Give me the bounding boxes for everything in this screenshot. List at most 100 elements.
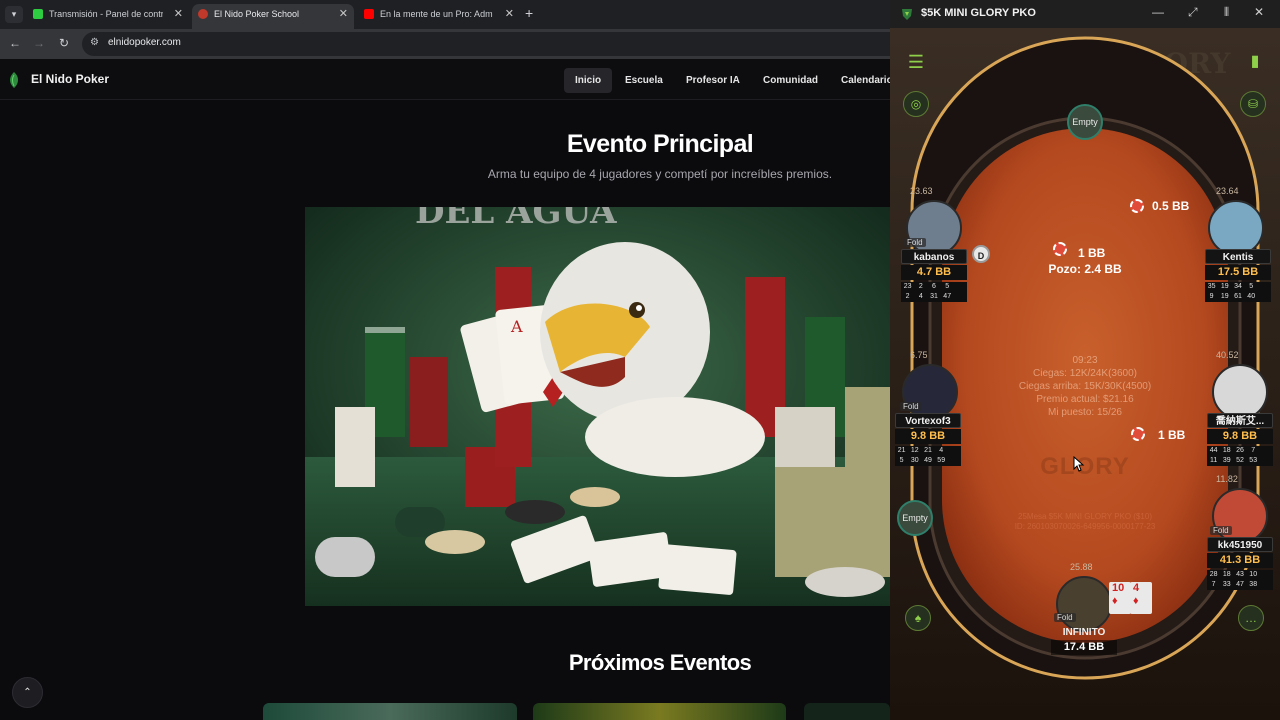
avatar[interactable] [1212,364,1268,420]
scroll-top-button[interactable]: ⌃ [12,677,43,708]
avatar[interactable] [906,200,962,256]
seat-timer: 23.63 [910,186,933,196]
svg-text:DEL AGUA: DEL AGUA [415,207,617,232]
empty-seat-top[interactable]: Empty [1067,104,1103,140]
tab-transmision[interactable]: Transmisión - Panel de control ✕ [27,4,189,29]
site-info-icon[interactable]: ⚙ [90,37,99,48]
bet-amount: 0.5 BB [1152,199,1190,213]
close-icon[interactable]: ✕ [174,4,183,24]
player-stack: 17.5 BB [1205,265,1271,280]
address-bar[interactable]: ⚙ elnidopoker.com [82,32,890,56]
youtube-icon [364,9,374,19]
back-arrow-icon[interactable]: ← [7,36,23,50]
event-card[interactable] [533,703,786,720]
nav-escuela[interactable]: Escuela [614,68,674,93]
clock-text: 09:23 [1072,355,1098,366]
nav-comunidad[interactable]: Comunidad [752,68,829,93]
menu-icon[interactable]: ☰ [903,50,929,76]
seat-timer: 25.88 [1070,562,1093,572]
poker-window: $5K MINI GLORY PKO — ⤢ ⫴ ✕ ☰ ▮ ◎ ⛁ ♠ … E… [890,0,1280,720]
close-icon[interactable]: ✕ [505,4,514,24]
poker-window-title: $5K MINI GLORY PKO [921,7,1036,19]
fold-tag: Fold [1210,526,1232,535]
nav-inicio[interactable]: Inicio [564,68,613,93]
pot-label: Pozo: 2.4 BB [1048,262,1122,276]
new-tab-button[interactable]: + [525,5,533,21]
glory-watermark: GLORY [1040,453,1130,480]
event-card[interactable] [263,703,517,720]
event-card[interactable] [804,703,890,720]
poker-table-area: GLORY ☰ ▮ ◎ ⛁ ♠ … Empty Empty 23.63 Fold… [890,28,1280,720]
svg-text:A: A [510,317,523,336]
hero-avatar[interactable] [1056,576,1112,632]
seat-timer: 6.75 [910,350,928,360]
nav-calendario[interactable]: Calendario [830,68,890,93]
hole-card: 10 ♦ [1109,582,1131,614]
chat-icon[interactable]: … [1238,605,1264,631]
forward-arrow-icon[interactable]: → [31,36,47,50]
bet-chip-icon [1130,199,1144,213]
table-id: ID: 260103070026-649956-0000177-23 [1014,522,1156,531]
player-stats: 21 12 21 4 5 30 49 59 [895,446,961,466]
bet-chip-icon [1131,427,1145,441]
nav-profesor-ia[interactable]: Profesor IA [675,68,751,93]
player-name: Kentis [1205,249,1271,264]
close-icon[interactable]: ✕ [1254,5,1264,19]
hole-card: 4 ♦ [1130,582,1152,614]
player-stack: 41.3 BB [1207,553,1273,568]
player-stats: 23 2 6 5 2 4 31 47 [901,282,967,302]
brand-name[interactable]: El Nido Poker [31,72,109,86]
player-name: kk451950 [1207,537,1273,552]
tab-youtube[interactable]: En la mente de un Pro: Adm ✕ [358,4,520,29]
player-name: Vortexof3 [895,413,961,428]
lock-icon[interactable]: ⛁ [1240,91,1266,117]
hero-image: DEL AGUA A [305,207,890,606]
player-stats: 28 18 43 10 7 33 47 38 [1207,570,1273,590]
tab-el-nido[interactable]: El Nido Poker School ✕ [192,4,354,29]
player-stats: 44 18 26 7 11 39 52 53 [1207,446,1273,466]
player-stack: 9.8 BB [895,429,961,444]
minimize-icon[interactable]: — [1152,5,1164,19]
nido-logo-icon[interactable] [8,71,20,89]
stats-bars-icon[interactable]: ▮ [1242,50,1268,76]
bet-amount: 1 BB [1158,428,1186,442]
nido-logo-icon [198,9,208,19]
avatar[interactable] [1208,200,1264,256]
hero-subtitle: Arma tu equipo de 4 jugadores y competí … [487,167,833,181]
browser-toolbar: ← → ↻ ⚙ elnidopoker.com [0,29,890,59]
glory-logo-icon [902,9,912,20]
site-header: El Nido Poker Inicio Escuela Profesor IA… [0,59,890,100]
player-stats: 35 19 34 5 9 19 61 40 [1205,282,1271,302]
table-name: 25Mesa $5K MINI GLORY PKO ($10) [1018,512,1152,521]
seat-timer: 40.52 [1216,350,1239,360]
blinds-text: Ciegas: 12K/24K(3600) [1033,368,1137,379]
fold-tag: Fold [904,238,926,247]
reload-icon[interactable]: ↻ [56,36,72,50]
cards-icon[interactable]: ♠ [905,605,931,631]
tab-strip: ▾ Transmisión - Panel de control ✕ El Ni… [0,0,890,29]
player-stack: 9.8 BB [1207,429,1273,444]
columns-icon[interactable]: ⫴ [1224,5,1229,20]
dealer-button: D [972,245,990,263]
position-text: Mi puesto: 15/26 [1048,407,1122,418]
avatar[interactable] [1212,488,1268,544]
events-title: Próximos Eventos [568,650,752,675]
hero-title: Evento Principal [566,130,754,158]
player-stack: 4.7 BB [901,265,967,280]
avatar[interactable] [902,364,958,420]
camera-icon[interactable]: ◎ [903,91,929,117]
url-text: elnidopoker.com [108,37,181,48]
bet-chip-icon [1053,242,1067,256]
fold-tag: Fold [1054,613,1076,622]
next-blinds-text: Ciegas arriba: 15K/30K(4500) [1018,381,1152,392]
prize-text: Premio actual: $21.16 [1036,394,1134,405]
empty-seat-left[interactable]: Empty [897,500,933,536]
seat-timer: 11.82 [1216,474,1238,484]
tab-search-button[interactable]: ▾ [5,6,23,23]
tab-title: Transmisión - Panel de control [49,9,163,19]
player-name: INFINITO [1062,627,1106,638]
expand-icon[interactable]: ⤢ [1188,5,1198,20]
close-icon[interactable]: ✕ [339,4,348,24]
tab-title: En la mente de un Pro: Adm [380,9,493,19]
mouse-cursor-icon [1073,456,1085,472]
